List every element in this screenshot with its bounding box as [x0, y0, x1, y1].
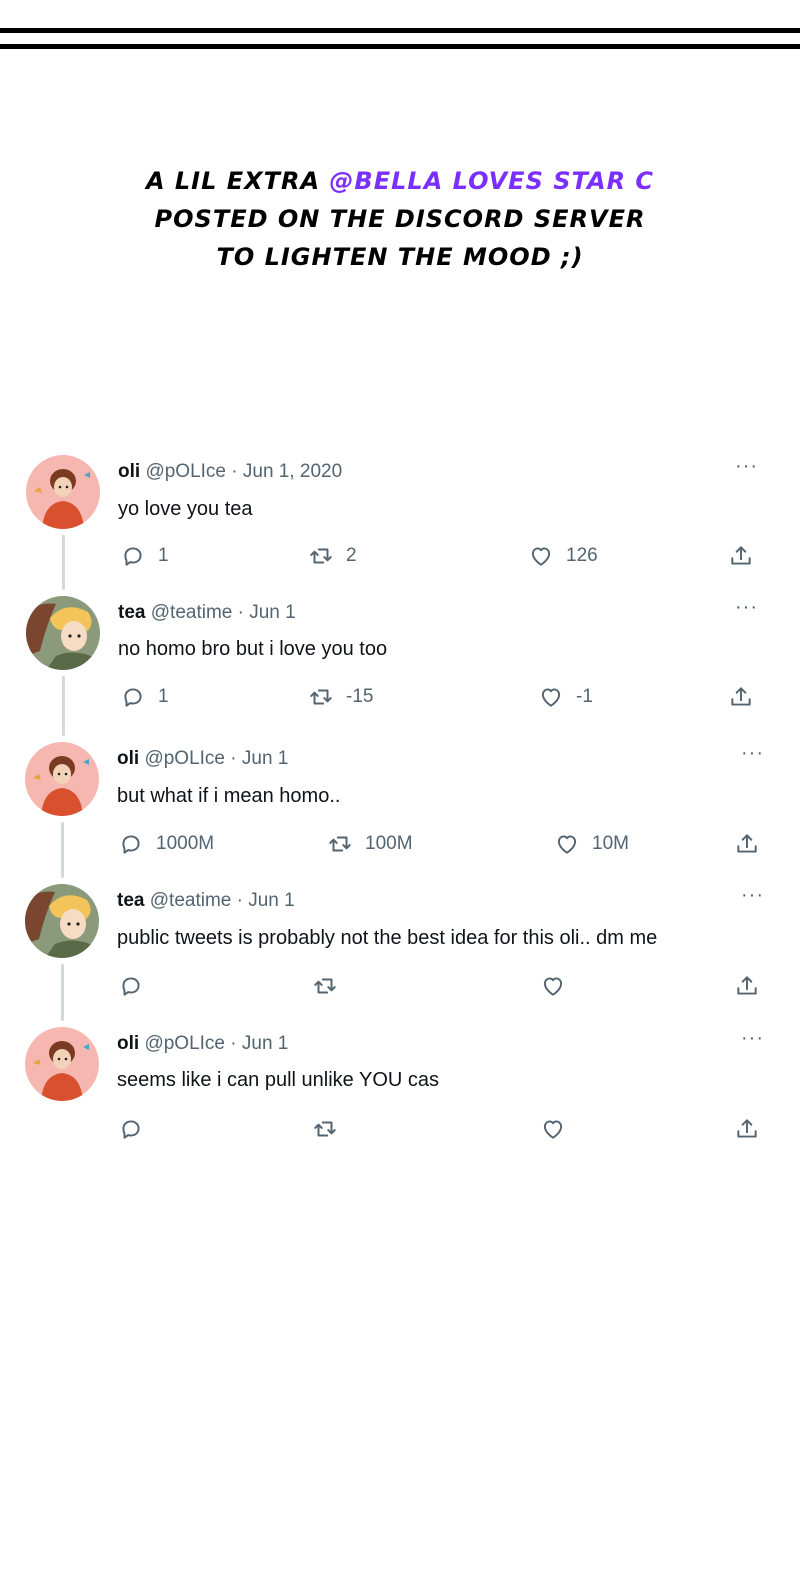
reply-button[interactable]: 1	[120, 543, 169, 569]
tweet-header: oli @pOLIce · Jun 1	[117, 748, 288, 770]
reply-icon	[120, 684, 146, 710]
avatar[interactable]	[26, 455, 100, 529]
tweet-header: oli @pOLIce · Jun 1, 2020	[118, 461, 342, 483]
retweet-button[interactable]: -15	[308, 684, 373, 710]
heart-icon	[538, 684, 564, 710]
reply-icon	[120, 543, 146, 569]
retweet-count: 100M	[365, 833, 413, 854]
display-name[interactable]: oli	[117, 748, 139, 769]
thread-connector	[61, 964, 64, 1021]
like-button[interactable]: 126	[528, 543, 598, 569]
share-icon	[728, 543, 754, 569]
retweet-icon	[327, 831, 353, 857]
reply-count: 1	[158, 686, 169, 707]
reply-icon	[118, 973, 144, 999]
like-count: 126	[566, 545, 598, 566]
retweet-icon	[308, 684, 334, 710]
reply-button[interactable]: 1000M	[118, 831, 214, 857]
tweet-text: yo love you tea	[118, 498, 253, 520]
top-rule-2	[0, 44, 800, 49]
caption-line-3: TO LIGHTEN THE MOOD ;)	[216, 243, 584, 271]
like-button[interactable]	[540, 973, 566, 999]
share-button[interactable]	[728, 684, 754, 710]
thread-connector	[61, 822, 64, 878]
more-icon[interactable]: ···	[735, 455, 758, 478]
heart-icon	[540, 973, 566, 999]
share-icon	[734, 1116, 760, 1142]
caption-mention[interactable]: @BELLA LOVES STAR C	[329, 167, 654, 195]
thread-connector	[62, 676, 65, 736]
display-name[interactable]: oli	[118, 461, 140, 482]
more-icon[interactable]: ···	[741, 1027, 764, 1050]
handle-and-date[interactable]: @pOLIce · Jun 1	[144, 748, 288, 769]
avatar[interactable]	[25, 1027, 99, 1101]
like-count: -1	[576, 686, 593, 707]
tweet-text: public tweets is probably not the best i…	[117, 927, 658, 949]
more-icon[interactable]: ···	[741, 884, 764, 907]
handle-and-date[interactable]: @teatime · Jun 1	[151, 602, 296, 623]
reply-count: 1	[158, 545, 169, 566]
reply-button[interactable]	[118, 1116, 144, 1142]
tweet-text: seems like i can pull unlike YOU cas	[117, 1069, 439, 1091]
retweet-count: 2	[346, 545, 357, 566]
avatar[interactable]	[25, 884, 99, 958]
more-icon[interactable]: ···	[735, 596, 758, 619]
more-icon[interactable]: ···	[741, 742, 764, 765]
reply-button[interactable]	[118, 973, 144, 999]
share-button[interactable]	[728, 543, 754, 569]
reply-icon	[118, 831, 144, 857]
handle-and-date[interactable]: @pOLIce · Jun 1	[144, 1033, 288, 1054]
retweet-icon	[312, 973, 338, 999]
tweet-header: tea @teatime · Jun 1	[117, 890, 295, 912]
share-button[interactable]	[734, 1116, 760, 1142]
retweet-button[interactable]: 100M	[327, 831, 413, 857]
handle-and-date[interactable]: @pOLIce · Jun 1, 2020	[145, 461, 342, 482]
retweet-button[interactable]	[312, 1116, 338, 1142]
like-button[interactable]: 10M	[554, 831, 629, 857]
avatar[interactable]	[26, 596, 100, 670]
top-rule-1	[0, 28, 800, 33]
tweet-text: but what if i mean homo..	[117, 785, 341, 807]
retweet-icon	[312, 1116, 338, 1142]
retweet-button[interactable]: 2	[308, 543, 357, 569]
heart-icon	[554, 831, 580, 857]
heart-icon	[540, 1116, 566, 1142]
like-button[interactable]: -1	[538, 684, 593, 710]
thread-connector	[62, 535, 65, 590]
caption-line-2: POSTED ON THE DISCORD SERVER	[154, 205, 646, 233]
like-count: 10M	[592, 833, 629, 854]
tweet-header: oli @pOLIce · Jun 1	[117, 1033, 288, 1055]
share-icon	[734, 831, 760, 857]
reply-count: 1000M	[156, 833, 215, 854]
caption-line-1: A LIL EXTRA @BELLA LOVES STAR C	[145, 167, 655, 195]
tweet-header: tea @teatime · Jun 1	[118, 602, 296, 624]
like-button[interactable]	[540, 1116, 566, 1142]
heart-icon	[528, 543, 554, 569]
avatar[interactable]	[25, 742, 99, 816]
display-name[interactable]: tea	[117, 890, 144, 911]
share-button[interactable]	[734, 973, 760, 999]
display-name[interactable]: oli	[117, 1033, 139, 1054]
retweet-count: -15	[346, 686, 374, 707]
display-name[interactable]: tea	[118, 602, 145, 623]
share-icon	[728, 684, 754, 710]
reply-button[interactable]: 1	[120, 684, 169, 710]
caption: A LIL EXTRA @BELLA LOVES STAR C POSTED O…	[0, 162, 800, 276]
share-icon	[734, 973, 760, 999]
share-button[interactable]	[734, 831, 760, 857]
tweet-text: no homo bro but i love you too	[118, 638, 388, 660]
retweet-icon	[308, 543, 334, 569]
retweet-button[interactable]	[312, 973, 338, 999]
reply-icon	[118, 1116, 144, 1142]
handle-and-date[interactable]: @teatime · Jun 1	[150, 890, 295, 911]
